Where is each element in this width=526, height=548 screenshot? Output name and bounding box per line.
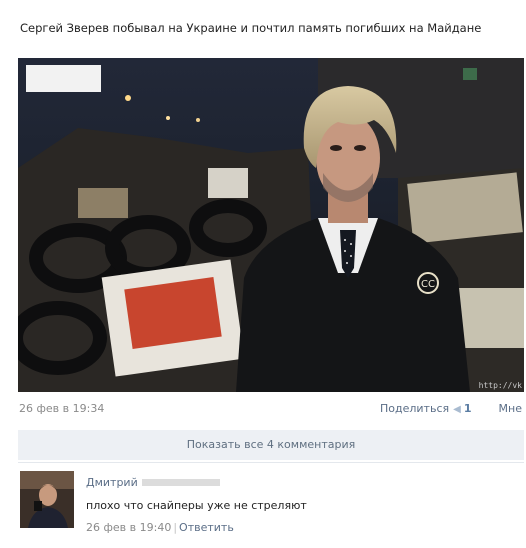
divider — [18, 462, 524, 463]
redaction-box — [26, 65, 101, 92]
photo-watermark: http://vk — [478, 381, 522, 390]
megaphone-icon: ◀ — [453, 404, 461, 415]
comment-item: Дмитрий плохо что снайперы уже не стреля… — [18, 468, 524, 538]
avatar-photo — [20, 471, 74, 528]
share-label: Поделиться — [380, 402, 450, 415]
post-meta: 26 фев в 19:34 Поделиться ◀ 1 Мне — [18, 401, 524, 419]
show-all-comments-button[interactable]: Показать все 4 комментария — [18, 430, 524, 460]
post-title: Сергей Зверев побывал на Украине и почти… — [20, 21, 482, 35]
share-button[interactable]: Поделиться ◀ 1 — [380, 402, 471, 415]
svg-text:CC: CC — [421, 279, 435, 290]
meta-separator: | — [173, 521, 178, 534]
reply-link[interactable]: Ответить — [179, 521, 234, 534]
show-all-comments-label: Показать все 4 комментария — [186, 438, 356, 451]
share-count: 1 — [463, 402, 472, 415]
photo-illustration: CC — [18, 58, 524, 392]
post-photo[interactable]: CC http://vk — [18, 58, 524, 392]
avatar[interactable] — [20, 471, 74, 528]
post-date[interactable]: 26 фев в 19:34 — [19, 402, 104, 415]
comment-text: плохо что снайперы уже не стреляют — [86, 499, 307, 512]
like-button[interactable]: Мне — [499, 402, 522, 415]
comment-date[interactable]: 26 фев в 19:40 — [86, 521, 171, 534]
author-surname-redaction — [142, 479, 220, 486]
comment-author[interactable]: Дмитрий — [86, 476, 138, 489]
comment-meta: 26 фев в 19:40 | Ответить — [86, 521, 234, 534]
